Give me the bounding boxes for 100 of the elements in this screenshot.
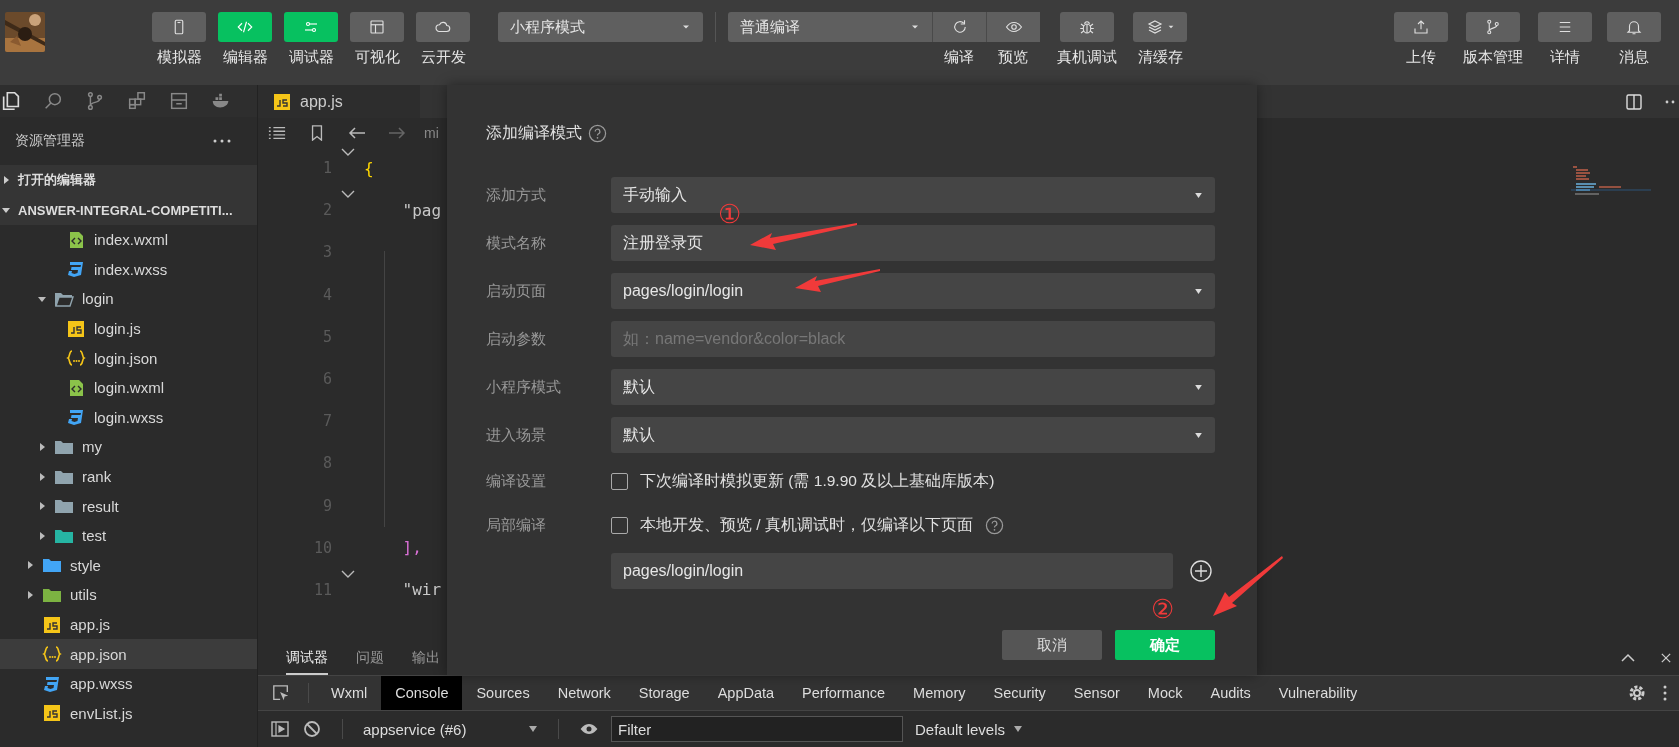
bell-icon (1625, 18, 1643, 36)
more-icon[interactable] (1665, 99, 1677, 104)
more-icon[interactable] (1663, 685, 1667, 701)
files-icon[interactable] (0, 90, 22, 112)
toolbar-button[interactable] (1607, 12, 1661, 42)
panel-tab[interactable]: 输出 (412, 640, 440, 675)
tree-item[interactable]: login.wxss (0, 402, 257, 433)
devtools-tab[interactable]: Performance (788, 676, 900, 710)
toolbar-label: 预览 (997, 47, 1029, 67)
json-file-icon (66, 349, 86, 368)
toolbar-label: 调试器 (288, 47, 334, 67)
devtools-tab[interactable]: Audits (1196, 676, 1265, 710)
settings-icon[interactable] (1627, 683, 1647, 703)
tree-item[interactable]: index.wxss (0, 254, 257, 285)
add-icon[interactable] (1190, 560, 1212, 582)
checkbox[interactable] (611, 472, 628, 490)
toolbar-button[interactable] (350, 12, 404, 42)
toolbar-button[interactable] (152, 12, 206, 42)
devtools-tab[interactable]: Vulnerability (1264, 676, 1372, 710)
devtools-tab[interactable]: Storage (624, 676, 704, 710)
js-file-icon (272, 92, 292, 111)
breadcrumb[interactable]: mi (424, 124, 439, 141)
select-field[interactable]: pages/login/login (611, 273, 1215, 309)
tree-item[interactable]: app.wxss (0, 668, 257, 699)
toolbar-button[interactable] (1060, 12, 1114, 42)
split-editor-icon[interactable] (1625, 92, 1643, 111)
tree-item[interactable]: login (0, 284, 257, 314)
back-arrow-icon[interactable] (348, 124, 366, 141)
tree-item[interactable]: app.json (0, 639, 257, 669)
select-field[interactable]: 默认 (611, 369, 1215, 405)
caret-icon (681, 24, 691, 30)
devtools-tab[interactable]: Console (381, 676, 463, 710)
tree-item[interactable]: index.wxml (0, 225, 257, 255)
extensions-icon[interactable] (126, 90, 148, 112)
fold-chevron-icon[interactable] (341, 190, 355, 199)
tree-item[interactable]: app.js (0, 609, 257, 640)
toolbar-label: 云开发 (420, 47, 466, 67)
context-select[interactable]: appservice (#6) (363, 720, 538, 738)
editor-tab[interactable]: app.js (258, 85, 420, 118)
mode-select[interactable]: 小程序模式 (498, 12, 703, 42)
inspect-icon[interactable] (272, 684, 290, 702)
list-icon[interactable] (268, 124, 286, 141)
devtools-tab[interactable]: Wxml (317, 676, 382, 710)
caret-icon (910, 24, 920, 30)
toolbar-button[interactable] (416, 12, 470, 42)
tree-item[interactable]: utils (0, 580, 257, 610)
clear-icon[interactable] (302, 719, 322, 739)
tree-item[interactable]: login.wxml (0, 372, 257, 403)
caret-icon (1166, 24, 1175, 30)
code-text: "wir (401, 580, 442, 600)
tree-item[interactable]: my (0, 432, 257, 462)
toolbar-button[interactable] (1466, 12, 1520, 42)
tree-item[interactable]: style (0, 550, 257, 581)
collapse-icon[interactable] (1621, 652, 1635, 663)
tree-item[interactable]: rank (0, 461, 257, 492)
toolbar-button[interactable] (1394, 12, 1448, 42)
panel-tab[interactable]: 问题 (356, 640, 384, 675)
explorer-section[interactable]: ANSWER-INTEGRAL-COMPETITI... (0, 195, 257, 225)
checkbox[interactable] (611, 516, 628, 534)
checkbox-label: 下次编译时模拟更新 (需 1.9.90 及以上基础库版本) (640, 470, 995, 491)
toolbar-label: 清缓存 (1137, 47, 1183, 67)
tree-item[interactable]: login.js (0, 313, 257, 344)
toolbar-button[interactable] (986, 12, 1040, 42)
tree-item[interactable]: login.json (0, 343, 257, 373)
toolbar-label: 编辑器 (222, 47, 268, 67)
compile-select[interactable]: 普通编译 (728, 12, 932, 42)
help-icon[interactable] (984, 515, 1004, 535)
save-icon[interactable] (168, 90, 190, 112)
tree-item[interactable]: envList.js (0, 698, 257, 729)
tree-item[interactable]: result (0, 491, 257, 521)
cancel-button[interactable]: 取消 (1002, 630, 1102, 660)
caret-icon (1194, 384, 1203, 390)
toolbar-button[interactable] (1133, 12, 1187, 42)
explorer-section[interactable]: 打开的编辑器 (0, 165, 257, 195)
select-field[interactable]: 默认 (611, 417, 1215, 453)
input-field[interactable]: 注册登录页 (611, 225, 1215, 261)
devtools-tab[interactable]: Security (979, 676, 1060, 710)
search-icon[interactable] (42, 90, 64, 112)
input-field[interactable]: pages/login/login (611, 553, 1173, 589)
checkbox-label: 本地开发、预览 / 真机调试时，仅编译以下页面 (640, 514, 973, 535)
filter-field[interactable]: Filter (611, 716, 903, 742)
levels-select[interactable]: Default levels (915, 720, 1024, 738)
fold-chevron-icon[interactable] (341, 569, 355, 578)
toolbar-button[interactable] (932, 12, 986, 42)
css-file-icon (66, 260, 86, 279)
tree-item[interactable]: test (0, 520, 257, 551)
devtools-tab[interactable]: Sensor (1059, 676, 1134, 710)
devtools-tab[interactable]: Mock (1133, 676, 1197, 710)
devtools-tab[interactable]: Sources (462, 676, 544, 710)
devtools-tab[interactable]: Memory (899, 676, 980, 710)
js-file-icon (42, 615, 62, 634)
close-icon[interactable] (1659, 652, 1673, 663)
devtools-tab[interactable]: AppData (703, 676, 789, 710)
sidebar-toggle-icon[interactable] (270, 719, 290, 739)
help-icon[interactable] (588, 123, 607, 143)
more-icon[interactable] (213, 139, 231, 143)
toolbar-label: 模拟器 (156, 47, 202, 67)
forward-arrow-icon[interactable] (388, 124, 406, 141)
fold-chevron-icon[interactable] (341, 148, 355, 157)
devtools-tab[interactable]: Network (543, 676, 625, 710)
